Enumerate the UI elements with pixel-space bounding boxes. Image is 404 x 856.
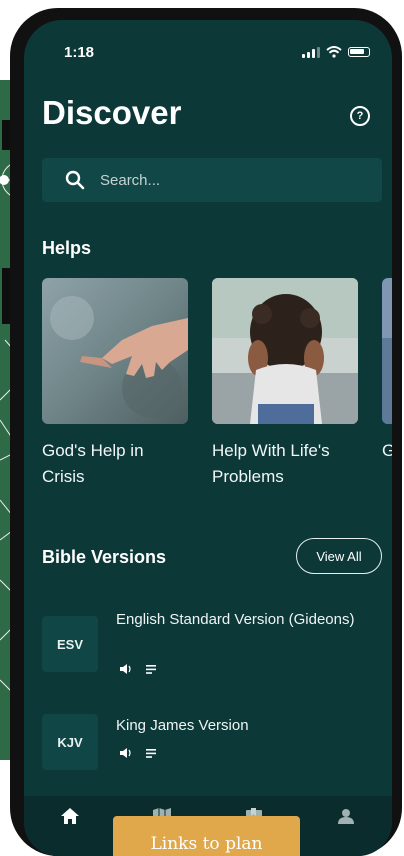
search-input[interactable]: Search... (42, 158, 382, 202)
nav-profile[interactable] (300, 796, 392, 856)
nav-home[interactable] (24, 796, 116, 856)
status-time: 1:18 (64, 44, 95, 61)
version-name: King James Version (116, 717, 249, 734)
bible-version-kjv[interactable]: KJV King James Version (42, 714, 382, 774)
bible-version-esv[interactable]: ESV English Standard Version (Gideons) (42, 608, 382, 688)
phone-frame: 1:18 Discover ? Search... Helps God's He… (10, 8, 402, 856)
page-title: Discover (42, 94, 182, 131)
wifi-icon (326, 46, 342, 58)
version-icons (120, 664, 156, 674)
profile-icon (338, 809, 354, 824)
home-icon (61, 808, 79, 824)
help-card-label: Help With Life's Problems (212, 441, 330, 486)
search-icon (65, 170, 85, 190)
version-abbr-badge: ESV (42, 616, 98, 672)
helps-section-title: Helps (42, 238, 92, 258)
text-icon (146, 664, 156, 674)
helps-carousel[interactable]: God's Help in Crisis Help With Life's Pr… (42, 278, 392, 498)
help-card-crisis[interactable]: God's Help in Crisis (42, 278, 188, 490)
help-card-label: God's Help in Crisis (42, 441, 144, 486)
audio-icon (120, 748, 131, 758)
app-screen: 1:18 Discover ? Search... Helps God's He… (24, 20, 392, 856)
version-name: English Standard Version (Gideons) (116, 611, 355, 628)
version-abbr-badge: KJV (42, 714, 98, 770)
help-card-problems[interactable]: Help With Life's Problems (212, 278, 358, 490)
text-icon (146, 748, 156, 758)
partial-photo (382, 278, 392, 424)
bible-versions-section-title: Bible Versions (42, 547, 167, 567)
status-icons (302, 46, 370, 58)
version-icons (120, 748, 156, 758)
status-bar: 1:18 (24, 20, 392, 70)
distressed-person-photo (212, 278, 358, 424)
question-circle-icon[interactable]: ? (350, 106, 370, 126)
reaching-hand-photo (42, 278, 188, 424)
audio-icon (120, 664, 131, 674)
help-card-partial[interactable]: G… T… (382, 278, 392, 464)
tooltip-overlay: Links to plan (113, 816, 300, 856)
battery-icon (348, 47, 370, 57)
help-card-label: G… T… (382, 441, 392, 460)
search-placeholder: Search... (100, 171, 161, 189)
view-all-button[interactable]: View All (296, 538, 382, 574)
signal-icon (302, 46, 320, 58)
